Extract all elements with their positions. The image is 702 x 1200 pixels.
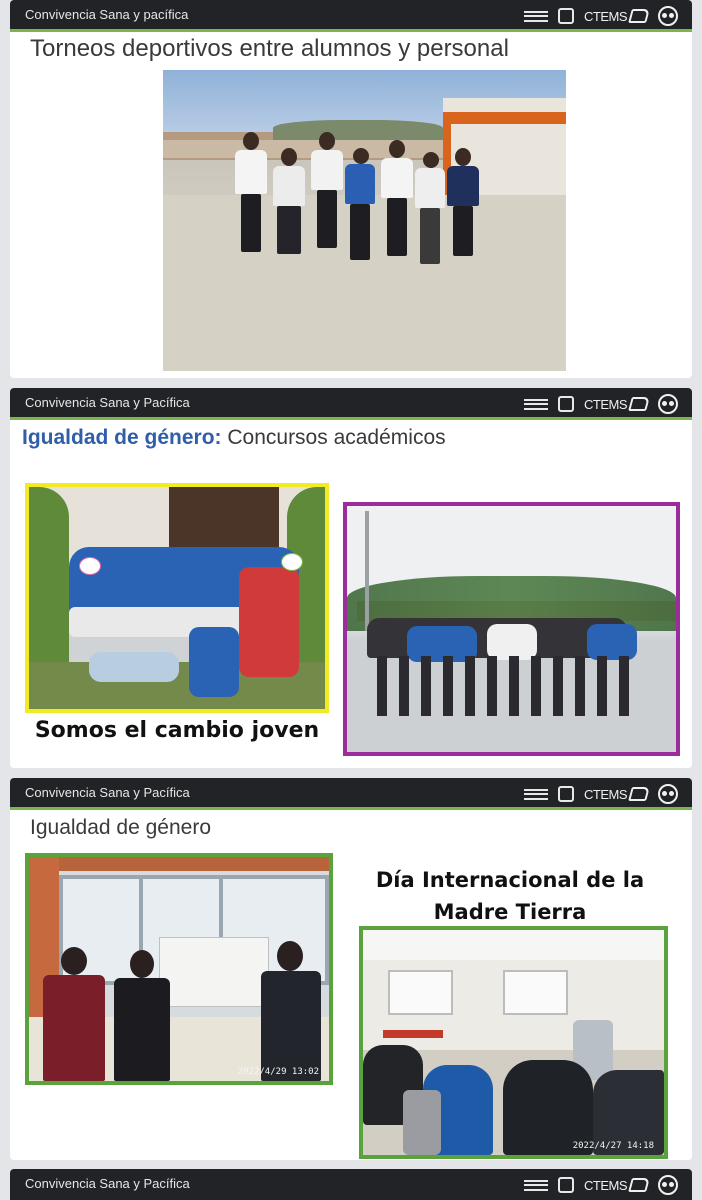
- header-logos: CTEMS: [524, 5, 678, 27]
- slide-3: Convivencia Sana y Pacífica CTEMS Iguald…: [10, 778, 692, 1160]
- caption-line-1: Día Internacional de la: [375, 868, 645, 892]
- photo-students-poster: 2022/4/29 13:02: [25, 853, 333, 1085]
- slide-title-rest: Concursos académicos: [221, 426, 446, 449]
- slide-1: Convivencia Sana y pacífica CTEMS Torneo…: [10, 0, 692, 378]
- header-logos: CTEMS: [524, 783, 678, 805]
- photo-meeting-room: 2022/4/27 14:18: [359, 926, 668, 1159]
- slide-title: Igualdad de género: [30, 816, 211, 839]
- header-logos: CTEMS: [524, 393, 678, 415]
- photo-sports-tournament: [163, 70, 566, 371]
- speech-sign: [281, 553, 303, 571]
- ctems-logo: CTEMS: [584, 396, 650, 412]
- owl-logo: [658, 1175, 678, 1195]
- sep-logo: [558, 8, 574, 24]
- slide-header-title: Convivencia Sana y pacífica: [25, 7, 189, 22]
- sep-logo: [558, 396, 574, 412]
- chair-jacket: [403, 1090, 441, 1155]
- legs: [377, 656, 637, 716]
- header-logos: CTEMS: [524, 1174, 678, 1196]
- caption-line-2: Madre Tierra: [433, 900, 587, 924]
- slide-header-title: Convivencia Sana y Pacífica: [25, 785, 190, 800]
- book-icon: [628, 1178, 650, 1192]
- photo-group-garden: [25, 483, 329, 713]
- poster: [159, 937, 269, 1007]
- slide-header: Convivencia Sana y Pacífica CTEMS: [10, 778, 692, 810]
- seal-logo: [524, 788, 548, 800]
- photo-caption: Somos el cambio joven: [34, 718, 320, 743]
- window: [388, 970, 453, 1015]
- window: [503, 970, 568, 1015]
- seal-logo: [524, 398, 548, 410]
- ctems-logo-text: CTEMS: [584, 8, 628, 24]
- slide-title-accent: Igualdad de género:: [22, 426, 222, 449]
- sep-logo: [558, 1177, 574, 1193]
- book-icon: [628, 787, 650, 801]
- ctems-logo: CTEMS: [584, 8, 650, 24]
- slide-4: Convivencia Sana y Pacífica CTEMS: [10, 1169, 692, 1200]
- speech-sign: [79, 557, 101, 575]
- slide-header: Convivencia Sana y pacífica CTEMS: [10, 0, 692, 32]
- photo-timestamp: 2022/4/29 13:02: [237, 1067, 319, 1077]
- slide-title: Igualdad de género: Concursos académicos: [22, 426, 446, 450]
- hill: [273, 120, 443, 140]
- slide-header-title: Convivencia Sana y Pacífica: [25, 1176, 190, 1191]
- ctems-logo-text: CTEMS: [584, 786, 628, 802]
- book-icon: [628, 397, 650, 411]
- ctems-logo: CTEMS: [584, 786, 650, 802]
- sep-logo: [558, 786, 574, 802]
- ctems-logo: CTEMS: [584, 1177, 650, 1193]
- seal-logo: [524, 1179, 548, 1191]
- ctems-logo-text: CTEMS: [584, 1177, 628, 1193]
- slide-2: Convivencia Sana y Pacífica CTEMS Iguald…: [10, 388, 692, 768]
- book-icon: [628, 9, 650, 23]
- photo-timestamp: 2022/4/27 14:18: [572, 1141, 654, 1151]
- owl-logo: [658, 6, 678, 26]
- photo-group-courtyard: [343, 502, 680, 756]
- red-table: [383, 1030, 443, 1038]
- ctems-logo-text: CTEMS: [584, 396, 628, 412]
- slide-header: Convivencia Sana y Pacífica CTEMS: [10, 388, 692, 420]
- slide-header: Convivencia Sana y Pacífica CTEMS: [10, 1169, 692, 1200]
- slide-header-title: Convivencia Sana y Pacífica: [25, 395, 190, 410]
- slide-title: Torneos deportivos entre alumnos y perso…: [30, 35, 509, 62]
- flagpole: [365, 511, 369, 631]
- owl-logo: [658, 394, 678, 414]
- photo-caption: Día Internacional de la Madre Tierra: [340, 864, 680, 928]
- owl-logo: [658, 784, 678, 804]
- seal-logo: [524, 10, 548, 22]
